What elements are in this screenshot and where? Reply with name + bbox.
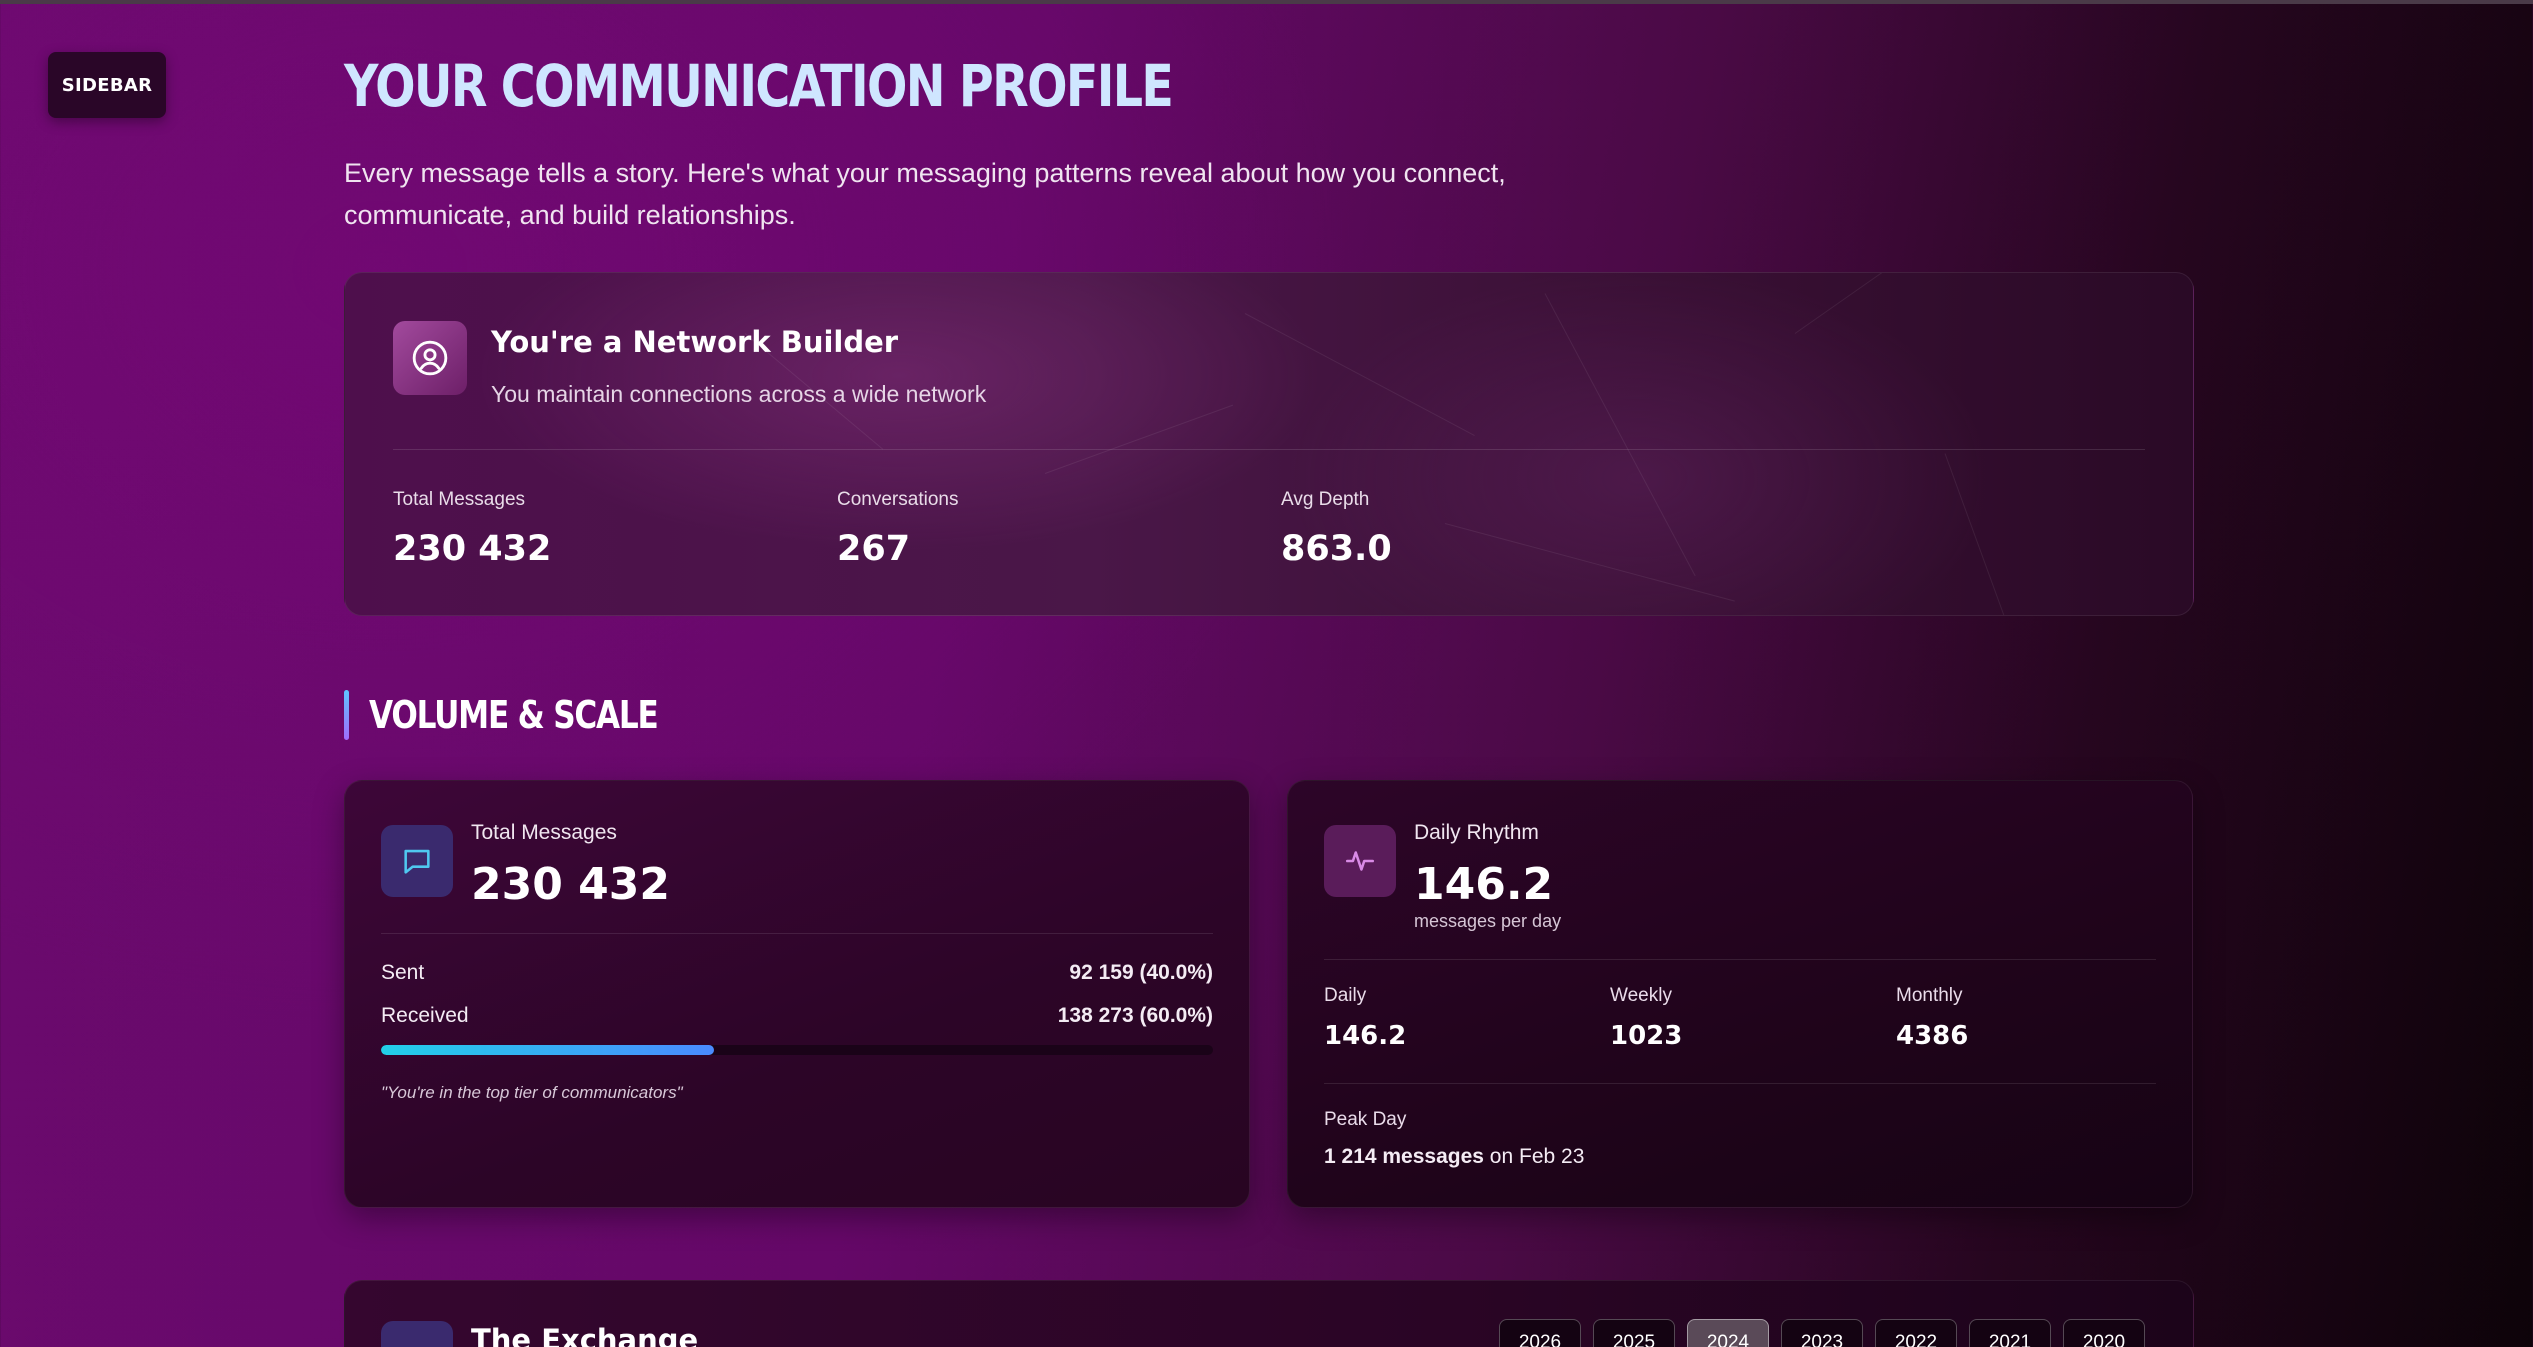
section-title: VOLUME & SCALE: [369, 693, 659, 737]
card-value: 146.2: [1414, 859, 1554, 910]
profile-stat-avg-depth: Avg Depth 863.0: [1281, 489, 1392, 569]
section-accent-bar: [344, 690, 349, 740]
exchange-icon: [381, 1321, 453, 1347]
stat-label: Weekly: [1610, 985, 1672, 1006]
card-quote: "You're in the top tier of communicators…: [381, 1083, 683, 1102]
year-button-2023[interactable]: 2023: [1781, 1319, 1863, 1347]
peak-day-label: Peak Day: [1324, 1109, 1407, 1130]
sent-label: Sent: [381, 961, 425, 984]
stat-value: 146.2: [1324, 1021, 1407, 1051]
sidebar-toggle-button[interactable]: SIDEBAR: [48, 52, 166, 118]
stat-label: Avg Depth: [1281, 489, 1370, 510]
page-intro: Every message tells a story. Here's what…: [344, 158, 1506, 230]
user-circle-icon: [393, 321, 467, 395]
stat-label: Monthly: [1896, 985, 1963, 1006]
profile-subtitle: You maintain connections across a wide n…: [491, 381, 987, 407]
card-value: 230 432: [471, 859, 671, 910]
rhythm-stat-monthly: Monthly 4386: [1896, 985, 1968, 1051]
stat-value: 267: [837, 529, 911, 569]
year-button-2024[interactable]: 2024: [1687, 1319, 1769, 1347]
stat-label: Conversations: [837, 489, 959, 510]
year-selector: 2026 2025 2024 2023 2022 2021 2020: [1499, 1319, 2145, 1347]
received-row: Received 138 273 (60.0%): [381, 1004, 1213, 1028]
year-button-2025[interactable]: 2025: [1593, 1319, 1675, 1347]
rhythm-stat-daily: Daily 146.2: [1324, 985, 1406, 1051]
peak-date: on Feb 23: [1483, 1145, 1585, 1168]
year-button-2021[interactable]: 2021: [1969, 1319, 2051, 1347]
total-messages-card: Total Messages 230 432 Sent 92 159 (40.0…: [344, 780, 1250, 1208]
progress-fill: [381, 1045, 714, 1055]
section-heading-volume: VOLUME & SCALE: [344, 690, 721, 740]
stat-value: 863.0: [1281, 529, 1392, 569]
divider: [1324, 959, 2156, 960]
card-label: Daily Rhythm: [1414, 821, 1539, 844]
stat-label: Total Messages: [393, 489, 526, 510]
daily-rhythm-card: Daily Rhythm 146.2 messages per day Dail…: [1287, 780, 2193, 1208]
sent-received-progress-bar: [381, 1045, 1213, 1055]
sent-value: 92 159 (40.0%): [1069, 961, 1213, 984]
window-top-border: [0, 0, 2533, 4]
received-label: Received: [381, 1004, 469, 1027]
received-value: 138 273 (60.0%): [1057, 1004, 1213, 1027]
message-icon: [381, 825, 453, 897]
year-button-2022[interactable]: 2022: [1875, 1319, 1957, 1347]
divider: [381, 933, 1213, 934]
year-button-2026[interactable]: 2026: [1499, 1319, 1581, 1347]
exchange-card: The Exchange 2026 2025 2024 2023 2022 2021 202…: [344, 1280, 2194, 1347]
sent-row: Sent 92 159 (40.0%): [381, 961, 1213, 985]
card-label: Total Messages: [471, 821, 617, 844]
divider: [1324, 1083, 2156, 1084]
divider: [393, 449, 2145, 450]
stat-value: 4386: [1896, 1021, 1969, 1051]
page-title: YOUR COMMUNICATION PROFILE: [344, 52, 1174, 120]
rhythm-stat-weekly: Weekly 1023: [1610, 985, 1682, 1051]
year-button-2020[interactable]: 2020: [2063, 1319, 2145, 1347]
peak-day-value: 1 214 messages on Feb 23: [1324, 1145, 1584, 1169]
stat-label: Daily: [1324, 985, 1367, 1006]
stat-value: 1023: [1610, 1021, 1683, 1051]
peak-count: 1 214 messages: [1324, 1145, 1484, 1168]
activity-icon: [1324, 825, 1396, 897]
profile-stat-total-messages: Total Messages 230 432: [393, 489, 551, 569]
stat-value: 230 432: [393, 529, 552, 569]
exchange-title: The Exchange: [471, 1323, 699, 1347]
profile-title: You're a Network Builder: [491, 325, 899, 359]
profile-stat-conversations: Conversations 267: [837, 489, 958, 569]
card-unit: messages per day: [1414, 911, 1562, 931]
profile-card: You're a Network Builder You maintain co…: [344, 272, 2194, 616]
